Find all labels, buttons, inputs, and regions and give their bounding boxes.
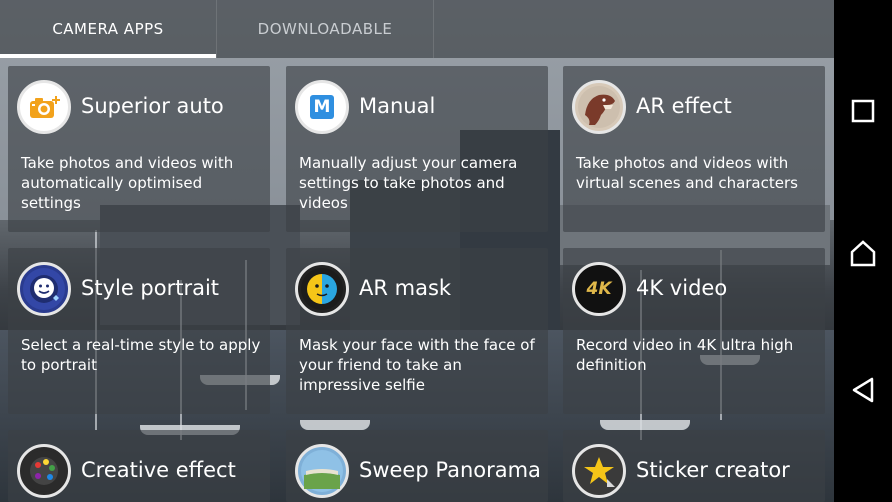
tab-bar: CAMERA APPS DOWNLOADABLE <box>0 0 834 58</box>
boat <box>600 420 690 430</box>
dinosaur-icon <box>572 80 626 134</box>
palette-icon <box>17 444 71 498</box>
tab-camera-apps[interactable]: CAMERA APPS <box>0 0 217 58</box>
app-card-sweep-panorama[interactable]: Sweep Panorama <box>286 430 548 502</box>
app-title: Superior auto <box>81 94 224 118</box>
manual-letter: M <box>310 95 334 119</box>
app-card-ar-effect[interactable]: AR effect Take photos and videos with vi… <box>563 66 825 232</box>
app-title: Creative effect <box>81 458 236 482</box>
app-title: Sticker creator <box>636 458 790 482</box>
app-description: Manually adjust your camera settings to … <box>299 154 518 212</box>
app-description: Mask your face with the face of your fri… <box>299 336 535 394</box>
app-card-manual[interactable]: M Manual Manually adjust your camera set… <box>286 66 548 232</box>
boat <box>300 420 370 430</box>
app-description: Select a real-time style to apply to por… <box>21 336 261 374</box>
app-description: Record video in 4K ultra high definition <box>576 336 794 374</box>
app-card-sticker-creator[interactable]: Sticker creator <box>563 430 825 502</box>
app-card-4k-video[interactable]: 4K 4K video Record video in 4K ultra hig… <box>563 248 825 414</box>
app-description: Take photos and videos with virtual scen… <box>576 154 798 192</box>
4k-icon: 4K <box>572 262 626 316</box>
app-title: 4K video <box>636 276 728 300</box>
app-title: Style portrait <box>81 276 220 300</box>
app-card-creative-effect[interactable]: Creative effect <box>8 430 270 502</box>
app-card-superior-auto[interactable]: Superior auto Take photos and videos wit… <box>8 66 270 232</box>
back-triangle-icon[interactable] <box>848 375 878 405</box>
portrait-face-icon <box>17 262 71 316</box>
mask-face-icon <box>295 262 349 316</box>
app-title: AR effect <box>636 94 732 118</box>
navigation-bar <box>834 0 892 502</box>
tab-downloadable[interactable]: DOWNLOADABLE <box>217 0 434 58</box>
star-sticker-icon <box>572 444 626 498</box>
app-title: AR mask <box>359 276 452 300</box>
app-description: Take photos and videos with automaticall… <box>21 154 234 212</box>
recents-square-icon[interactable] <box>848 96 878 126</box>
home-icon[interactable] <box>848 238 878 268</box>
4k-label: 4K <box>586 279 612 299</box>
app-title: Manual <box>359 94 436 118</box>
app-title: Sweep Panorama <box>359 458 541 482</box>
panorama-icon <box>295 444 349 498</box>
camera-plus-icon <box>17 80 71 134</box>
manual-m-icon: M <box>295 80 349 134</box>
app-card-ar-mask[interactable]: AR mask Mask your face with the face of … <box>286 248 548 414</box>
app-card-style-portrait[interactable]: Style portrait Select a real-time style … <box>8 248 270 414</box>
